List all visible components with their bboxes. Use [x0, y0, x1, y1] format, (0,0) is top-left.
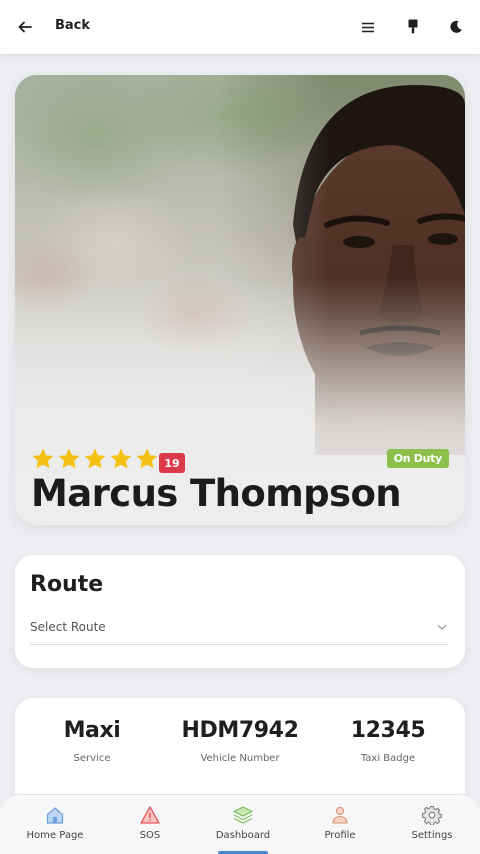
service-info: Maxi Service: [17, 718, 167, 764]
chevron-down-icon: [437, 624, 447, 630]
vehicle-number-label: Vehicle Number: [200, 753, 280, 764]
nav-label: Profile: [324, 830, 356, 841]
nav-item-settings[interactable]: Settings: [384, 795, 480, 854]
route-title: Route: [30, 572, 104, 597]
vehicle-number-info: HDM7942 Vehicle Number: [165, 718, 315, 764]
arrow-left-icon[interactable]: [18, 17, 34, 37]
status-badge: On Duty: [386, 449, 449, 468]
nav-label: SOS: [139, 830, 161, 841]
nav-item-profile[interactable]: Profile: [292, 795, 388, 854]
moon-icon[interactable]: [447, 17, 465, 37]
layers-icon: [233, 806, 253, 824]
driver-name: Marcus Thompson: [31, 472, 402, 515]
menu-icon[interactable]: [359, 17, 377, 37]
taxi-badge-value: 12345: [350, 718, 426, 743]
warning-icon: [140, 806, 160, 824]
paint-brush-icon[interactable]: [404, 17, 422, 37]
top-bar: Back: [0, 0, 480, 54]
home-icon: [46, 807, 64, 824]
taxi-badge-info: 12345 Taxi Badge: [313, 718, 463, 764]
bottom-nav: Home Page SOS Dashboard Profile Settings: [0, 794, 480, 854]
star-icon: [84, 448, 106, 469]
nav-label: Dashboard: [215, 830, 271, 841]
app-root: Back 19 On Duty Marcus Thompson Route Se…: [0, 0, 480, 854]
nav-item-home-page[interactable]: Home Page: [7, 795, 103, 854]
vehicle-number-value: HDM7942: [181, 718, 299, 743]
route-card: Route Select Route: [15, 555, 465, 668]
gear-icon: [422, 806, 442, 825]
nav-item-sos[interactable]: SOS: [102, 795, 198, 854]
star-icon: [58, 448, 80, 469]
route-select-placeholder: Select Route: [30, 619, 106, 634]
route-select[interactable]: Select Route: [30, 609, 448, 645]
star-icon: [136, 448, 158, 469]
nav-label: Settings: [411, 830, 453, 841]
person-icon: [332, 806, 348, 824]
back-button[interactable]: Back: [55, 18, 90, 33]
rating-count-badge: 19: [159, 453, 185, 473]
rating-stars: [31, 447, 159, 471]
service-value: Maxi: [63, 718, 121, 743]
service-label: Service: [73, 753, 111, 764]
nav-item-dashboard[interactable]: Dashboard: [195, 795, 291, 854]
driver-profile-card: 19 On Duty Marcus Thompson: [15, 75, 465, 525]
nav-label: Home Page: [26, 830, 84, 841]
star-icon: [110, 448, 132, 469]
taxi-badge-label: Taxi Badge: [360, 753, 416, 764]
star-icon: [32, 448, 54, 469]
